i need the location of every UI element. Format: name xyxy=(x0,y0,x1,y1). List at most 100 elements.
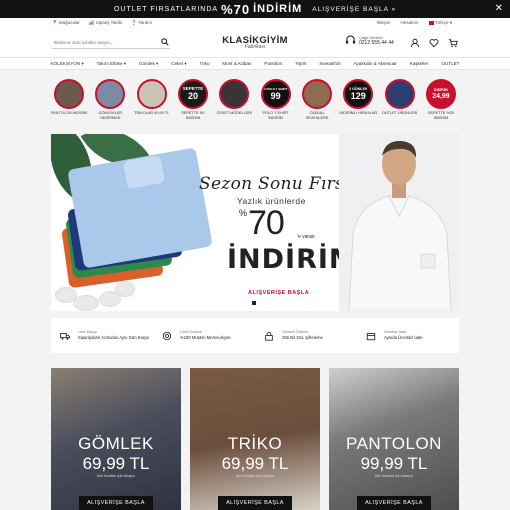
nav-item-ayakkabi[interactable]: Ayakkabı & Aksesuar xyxy=(347,61,403,66)
announcement-bar[interactable]: OUTLET FIRSATLARINDA %70 İNDİRİM ALIŞVER… xyxy=(0,0,510,18)
call-center[interactable]: Çağrı Merkezi 0212 555 44 44 xyxy=(345,35,394,46)
category-badge: 2 POLO 1 SHIRT xyxy=(263,86,288,91)
stores-link[interactable]: 📍 Mağazalar xyxy=(52,20,80,26)
category-item[interactable]: PANTOLON İNDİRİM xyxy=(50,79,88,120)
model-image xyxy=(339,134,459,311)
features-strip: Hızlı Kargo Siparişinizin Ardından Aynı G… xyxy=(51,318,459,353)
main-nav: KOLEKSİYON ▾ Takım Elbise ▾ Gömlek ▾ Cek… xyxy=(0,58,510,70)
hero-banner[interactable]: Sezon Sonu Fırsatı Yazlık ürünlerde % 70… xyxy=(51,134,459,311)
nav-item-mont-kaban[interactable]: Mont & Kaban xyxy=(216,61,258,66)
hero-percent: 70 xyxy=(248,204,285,242)
nav-item-takim-elbise[interactable]: Takım Elbise ▾ xyxy=(90,61,132,67)
category-label: SEPETTE EK İNDİRİM xyxy=(181,111,205,120)
nav-item-pantolon[interactable]: Pantolon xyxy=(258,61,289,66)
category-label: CASUAL SEVENLERE xyxy=(305,111,329,120)
announcement-discount: İNDİRİM xyxy=(253,3,303,15)
feature-desc: Aynıda Ücretsiz İade xyxy=(384,335,423,341)
category-label: TRIKOLAR 69,99 TL xyxy=(134,111,170,115)
promo-price: 99,99 TL xyxy=(360,454,428,473)
category-big-number: 129 xyxy=(350,90,366,101)
announcement-text: OUTLET FIRSATLARINDA xyxy=(113,5,219,13)
nav-item-sweatshirt[interactable]: Sweatshirt xyxy=(313,61,347,66)
promo-title: PANTOLON xyxy=(346,434,442,453)
category-item[interactable]: 2 GÖMLEK 129 İNDİRİMLİ HIRKALAR xyxy=(339,79,377,120)
hero-cta[interactable]: ALIŞVERİŞE BAŞLA xyxy=(248,290,309,296)
cart-icon[interactable] xyxy=(448,38,458,48)
category-image: 2 GÖMLEK 129 xyxy=(343,79,374,109)
feature-desc: 256 Bit SSL Şifreleme xyxy=(282,335,323,341)
truck-icon xyxy=(60,332,70,340)
feature-desc: Siparişinizin Ardından Aynı Gün Kargo xyxy=(78,335,149,341)
promo-title: GÖMLEK xyxy=(78,434,154,453)
category-item[interactable]: CASUAL SEVENLERE xyxy=(298,79,336,120)
category-item[interactable]: CEKET MODELLERİ xyxy=(215,79,253,120)
feature-item: Canlı Destek %100 Müşteri Memnuniyeti xyxy=(153,318,255,353)
category-image xyxy=(54,79,84,109)
user-icon[interactable] xyxy=(410,38,420,48)
support-icon xyxy=(162,331,172,340)
promo-price: 69,99 TL xyxy=(221,454,289,473)
slider-dot[interactable] xyxy=(252,301,256,305)
category-image xyxy=(219,79,250,109)
nav-item-outlet[interactable]: OUTLET xyxy=(435,61,466,66)
category-big-number: 99 xyxy=(270,90,281,101)
category-item[interactable]: GÖMLEKLER İNDİRİMDE xyxy=(91,79,129,120)
promo-triko[interactable]: TRİKO 69,99 TL tüm fırsatlar için tıklay… xyxy=(190,368,320,510)
promo-subtext: tüm fırsatlar için tıklayın xyxy=(97,474,135,478)
category-badge: SEPETTE xyxy=(182,85,204,91)
promo-pantolon[interactable]: PANTOLON 99,99 TL tüm fırsatlar için tık… xyxy=(329,368,459,510)
hero-percent-suffix: 'e varan xyxy=(297,234,315,240)
category-image: 2 POLO 1 SHIRT 99 xyxy=(260,79,291,109)
order-tracking-link[interactable]: 🚚 Sipariş Takibi xyxy=(89,20,122,26)
category-image: İNDİRİM 24,99 xyxy=(425,79,456,109)
category-label: GÖMLEKLER İNDİRİMDE xyxy=(98,111,123,120)
hero-percent-sign: % xyxy=(239,208,248,218)
category-item[interactable]: SEPETTE 20 SEPETTE EK İNDİRİM xyxy=(174,79,212,120)
feature-title: Hızlı Kargo xyxy=(78,330,97,335)
nav-item-tisort[interactable]: Tişört xyxy=(289,61,313,66)
promo-gomlek[interactable]: GÖMLEK 69,99 TL tüm fırsatlar için tıkla… xyxy=(51,368,181,510)
site-header: KLASİKGİYİM Fabrikası Çağrı Merkezi 0212… xyxy=(0,28,510,58)
announcement-cta[interactable]: ALIŞVERİŞE BAŞLA » xyxy=(312,6,396,13)
promo-subtext: tüm fırsatlar için tıklayın xyxy=(375,474,413,478)
nav-item-ceket[interactable]: Ceket ▾ xyxy=(165,61,193,67)
feature-title: Canlı Destek xyxy=(180,330,202,335)
category-item[interactable]: OUTLET ÜRÜNLERİ xyxy=(381,79,419,120)
promo-cta-button[interactable]: ALIŞVERİŞE BAŞLA xyxy=(218,496,292,510)
promo-title: TRİKO xyxy=(227,434,283,453)
contact-link[interactable]: İletişim xyxy=(377,20,391,26)
category-label: OUTLET ÜRÜNLERİ xyxy=(381,111,418,115)
return-box-icon xyxy=(366,332,376,340)
promo-price: 69,99 TL xyxy=(82,454,150,473)
nav-item-kaskeller[interactable]: Kaşkeller xyxy=(403,61,435,66)
category-item[interactable]: İNDİRİM 24,99 SEPETTE %20 İNDİRİM xyxy=(422,79,460,120)
category-label: CEKET MODELLERİ xyxy=(216,111,253,115)
search-input[interactable] xyxy=(52,36,170,49)
account-link[interactable]: Hesabım xyxy=(401,20,419,26)
promo-cta-button[interactable]: ALIŞVERİŞE BAŞLA xyxy=(79,496,153,510)
language-select[interactable]: Türkçe ▾ xyxy=(428,20,452,26)
category-circles: PANTOLON İNDİRİM GÖMLEKLER İNDİRİMDE TRI… xyxy=(50,79,460,120)
feature-title: Ücretsiz İade xyxy=(384,330,407,335)
utility-bar: 📍 Mağazalar 🚚 Sipariş Takibi ❓ Yardım İl… xyxy=(0,18,510,28)
close-icon[interactable]: ✕ xyxy=(495,3,504,14)
nav-item-triko[interactable]: Triko xyxy=(193,61,216,66)
category-big-number: 20 xyxy=(187,90,198,101)
help-link[interactable]: ❓ Yardım xyxy=(131,20,152,26)
category-image xyxy=(136,79,167,109)
category-item[interactable]: 2 POLO 1 SHIRT 99 POLO T-SHIRT İNDİRİM xyxy=(257,79,295,120)
promo-subtext: tüm fırsatlar için tıklayın xyxy=(236,474,274,478)
nav-item-koleksiyon[interactable]: KOLEKSİYON ▾ xyxy=(44,61,90,67)
feature-desc: %100 Müşteri Memnuniyeti xyxy=(180,335,231,341)
nav-item-gomlek[interactable]: Gömlek ▾ xyxy=(133,61,165,67)
category-item[interactable]: TRIKOLAR 69,99 TL xyxy=(133,79,171,120)
stones-image xyxy=(51,277,201,311)
site-logo[interactable]: KLASİKGİYİM Fabrikası xyxy=(222,35,288,50)
promo-cta-button[interactable]: ALIŞVERİŞE BAŞLA xyxy=(357,496,431,510)
feature-title: Güvenli Ödeme xyxy=(282,330,309,335)
search-icon[interactable] xyxy=(161,38,169,46)
heart-icon[interactable] xyxy=(429,38,439,48)
feature-item: Ücretsiz İade Aynıda Ücretsiz İade xyxy=(357,318,459,353)
hero-discount: İNDİRİM xyxy=(227,244,357,275)
headset-icon xyxy=(345,35,356,44)
